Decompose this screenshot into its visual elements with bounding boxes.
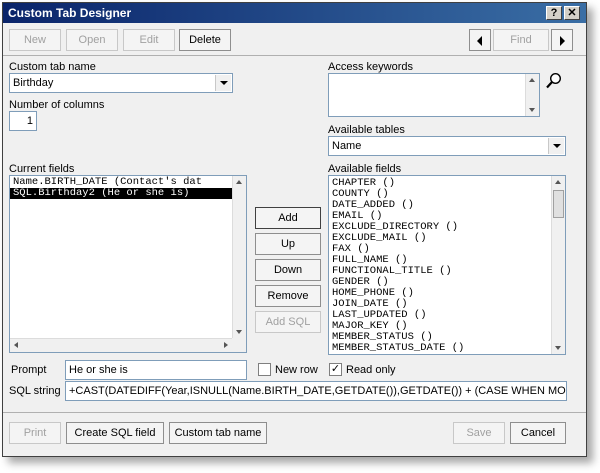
keyword-lookup-button[interactable] xyxy=(544,72,564,92)
up-button[interactable]: Up xyxy=(255,233,321,255)
cancel-button[interactable]: Cancel xyxy=(510,422,566,444)
window-title: Custom Tab Designer xyxy=(8,6,132,20)
edit-button[interactable]: Edit xyxy=(123,29,175,51)
next-record-button[interactable] xyxy=(551,29,573,51)
current-fields-horizontal-scrollbar[interactable] xyxy=(10,338,232,352)
custom-tab-name-value: Birthday xyxy=(13,77,54,89)
save-button[interactable]: Save xyxy=(453,422,505,444)
scroll-up-icon[interactable] xyxy=(233,176,246,189)
available-fields-label: Available fields xyxy=(328,163,402,175)
sql-string-input[interactable]: +CAST(DATEDIFF(Year,ISNULL(Name.BIRTH_DA… xyxy=(65,381,567,401)
read-only-checkbox[interactable]: ✓ xyxy=(329,363,342,376)
number-of-columns-input[interactable]: 1 xyxy=(9,111,37,131)
available-fields-scrollbar[interactable] xyxy=(551,176,565,354)
number-of-columns-label: Number of columns xyxy=(9,99,105,111)
scroll-down-icon[interactable] xyxy=(526,103,539,116)
scroll-right-icon[interactable] xyxy=(219,339,232,352)
chevron-down-icon[interactable] xyxy=(215,75,231,91)
custom-tab-designer-window: Custom Tab Designer ? ✕ New Open Edit De… xyxy=(2,2,587,457)
help-button[interactable]: ? xyxy=(546,6,562,20)
sql-string-label: SQL string xyxy=(9,385,61,397)
access-keywords-label: Access keywords xyxy=(328,61,413,73)
scroll-up-icon[interactable] xyxy=(526,74,539,87)
add-sql-button[interactable]: Add SQL xyxy=(255,311,321,333)
scroll-down-icon[interactable] xyxy=(233,325,246,338)
add-button[interactable]: Add xyxy=(255,207,321,229)
delete-button[interactable]: Delete xyxy=(179,29,231,51)
toolbar-divider xyxy=(3,55,586,56)
previous-record-button[interactable] xyxy=(469,29,491,51)
chevron-down-icon[interactable] xyxy=(548,138,564,154)
available-tables-label: Available tables xyxy=(328,124,405,136)
prompt-label: Prompt xyxy=(11,364,47,376)
scrollbar-thumb[interactable] xyxy=(553,190,564,218)
custom-tab-name-label: Custom tab name xyxy=(9,61,96,73)
create-sql-field-button[interactable]: Create SQL field xyxy=(66,422,164,444)
access-keywords-scrollbar[interactable] xyxy=(525,74,539,116)
scroll-left-icon[interactable] xyxy=(10,339,23,352)
custom-tab-name-dropdown[interactable]: Birthday xyxy=(9,73,233,93)
scroll-down-icon[interactable] xyxy=(552,341,565,354)
open-button[interactable]: Open xyxy=(66,29,118,51)
close-button[interactable]: ✕ xyxy=(564,6,580,20)
print-button[interactable]: Print xyxy=(9,422,61,444)
scroll-up-icon[interactable] xyxy=(552,176,565,189)
footer-divider xyxy=(3,412,586,413)
available-fields-list[interactable]: CHAPTER () COUNTY () DATE_ADDED () EMAIL ()… xyxy=(328,175,566,355)
custom-tab-name-button[interactable]: Custom tab name xyxy=(169,422,267,444)
prompt-input[interactable]: He or she is xyxy=(65,360,247,380)
find-button[interactable]: Find xyxy=(493,29,549,51)
title-bar: Custom Tab Designer ? ✕ xyxy=(3,3,586,23)
available-tables-dropdown[interactable]: Name xyxy=(328,136,566,156)
magnifier-icon xyxy=(546,72,562,89)
current-fields-label: Current fields xyxy=(9,163,75,175)
current-fields-vertical-scrollbar[interactable] xyxy=(232,176,246,338)
down-button[interactable]: Down xyxy=(255,259,321,281)
current-fields-list[interactable]: Name.BIRTH_DATE (Contact's dat SQL.Birth… xyxy=(9,175,247,353)
list-item[interactable]: MEMBER_STATUS_DATE () xyxy=(329,343,565,354)
read-only-label: Read only xyxy=(346,364,396,376)
list-item[interactable]: SQL.Birthday2 (He or she is) xyxy=(10,188,246,199)
scrollbar-corner xyxy=(232,338,246,352)
new-button[interactable]: New xyxy=(9,29,61,51)
new-row-label: New row xyxy=(275,364,318,376)
access-keywords-input[interactable] xyxy=(328,73,540,117)
new-row-checkbox[interactable] xyxy=(258,363,271,376)
remove-button[interactable]: Remove xyxy=(255,285,321,307)
available-tables-value: Name xyxy=(332,140,362,152)
